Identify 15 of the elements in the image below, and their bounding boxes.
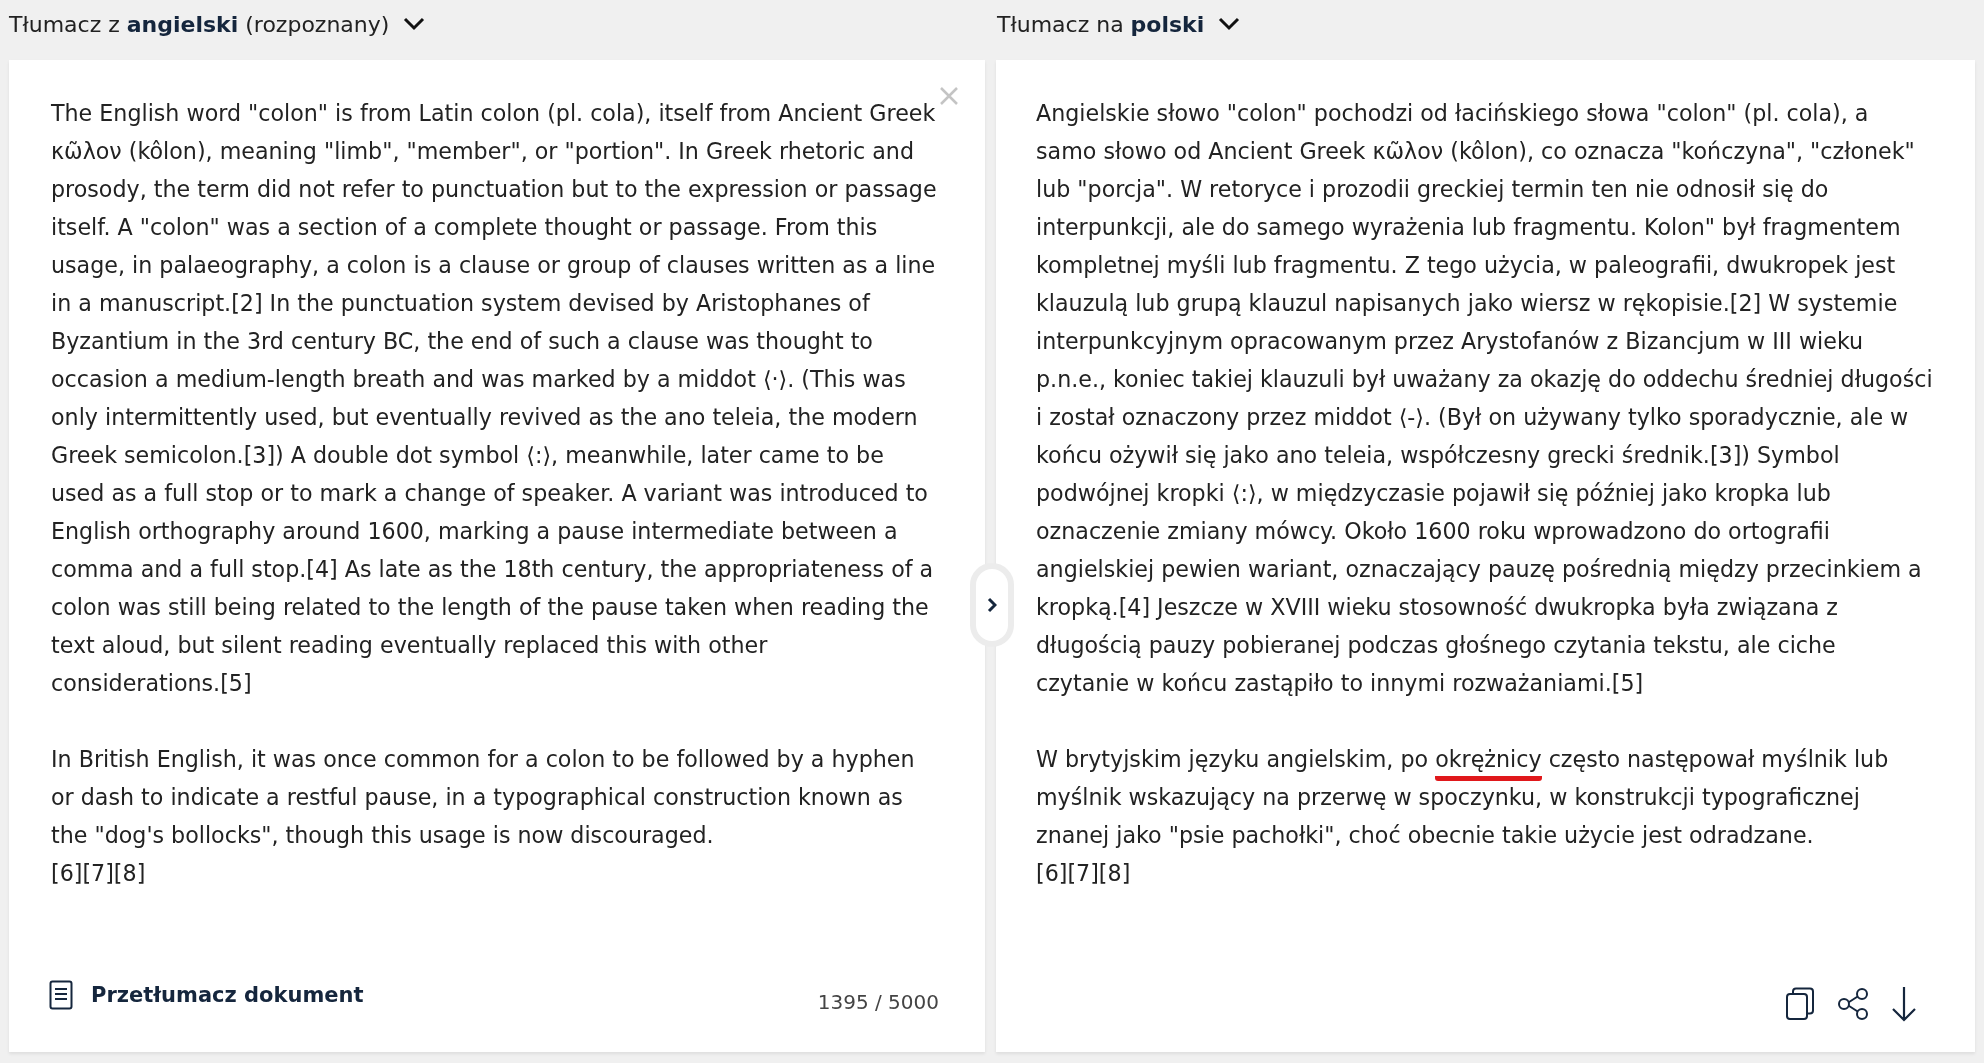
source-paragraph[interactable]: The English word "colon" is from Latin colon (pl. cola), itself from Ancient Greek κῶλον (kôlon), meaning "limb", "member", or "portion". In Greek rhetoric and prosody, the term did not refer to punctuation but to the expression or passage itself. A "colon" was a section of a complete thought or passage. From this usage, in palaeography, a colon is a clause or group of clauses written as a line in a manuscript.[2] In the punctuation system devised by Aristophanes of Byzantium in the 3rd century BC, the end of such a clause was thought to occasion a medium-length breath and was marked by a middot ⟨·⟩. (This was only intermittently used, but eventually revived as the ano teleia, the modern Greek semicolon.[3]) A double dot symbol ⟨:⟩, meanwhile, later came to be used as a full stop or to mark a change of speaker. A variant was introduced to English orthography around 1600, marking a pause intermediate between a comma and a full stop.[4] As late as the 18th century, the appropriateness of a colon was still being related to the length of the pause taken when reading the text aloud, but silent reading eventually replaced this with other considerations.[5] [51,94,939,702]
chevron-right-icon [987,597,997,613]
source-paragraph[interactable]: In British English, it was once common for a colon to be followed by a hyphen or dash to indicate a restful pause, in a typographical construction known as the "dog's bollocks", though this usage is now discouraged. [6][7][8] [51,740,939,892]
source-language-label[interactable]: Tłumacz z angielski (rozpoznany) [9,11,390,37]
copy-icon[interactable] [1785,987,1815,1021]
character-count: 1395 / 5000 [817,990,939,1014]
document-icon [49,980,73,1010]
translated-paragraph: W brytyjskim języku angielskim, po okrężnicy często następował myślnik lub myślnik wskazujący na przerwę w spoczynku, w konstrukcji typograficznej znanej jako "psie pachołki", choć obecnie takie użycie jest odradzane. [6][7][8] [1036,745,1890,888]
share-icon[interactable] [1837,988,1869,1020]
chevron-down-icon[interactable] [1218,17,1241,31]
target-language-label[interactable]: Tłumacz na polski [997,11,1205,37]
translate-document-button[interactable]: Przetłumacz dokument [49,980,364,1010]
translated-paragraph: Angielskie słowo "colon" pochodzi od łacińskiego słowa "colon" (pl. cola), a samo słowo od Ancient Greek κῶλον (kôlon), co oznacza "kończyna", "członek" lub "porcja". W retoryce i prozodii greckiej termin ten nie odnosił się do interpunkcji, ale do samego wyrażenia lub fragmentu. Kolon" był fragmentem kompletnej myśli lub fragmentu. Z tego użycia, w paleografii, dwukropek jest klauzulą lub grupą klauzul napisanych jako wiersz w rękopisie.[2] W systemie interpunkcyjnym opracowanym przez Arystofanów z Bizancjum w III wieku p.n.e., koniec takiej klauzuli był uważany za okazję do oddechu średniej długości i został oznaczony przez middot ⟨-⟩. (Był on używany tylko sporadycznie, ale w końcu ożywił się jako ano teleia, współczesny grecki średnik.[3]) Symbol podwójnej kropki ⟨:⟩, w międzyczasie pojawił się później jako kropka lub oznaczenie zmiany mówcy. Około 1600 roku wprowadzono do ortografii angielskiej pewien wariant, oznaczający pauzę pośrednią między przecinkiem a kropką.[4] Jeszcze w XVIII wieku stosowność dwukropka była związana z długością pauzy pobieranej podczas głośnego czytania tekstu, ale ciche czytanie w końcu zastąpiło to innymi rozważaniami.[5] [1036,99,1934,698]
chevron-down-icon[interactable] [403,17,426,31]
download-arrow-icon[interactable] [1891,986,1917,1022]
